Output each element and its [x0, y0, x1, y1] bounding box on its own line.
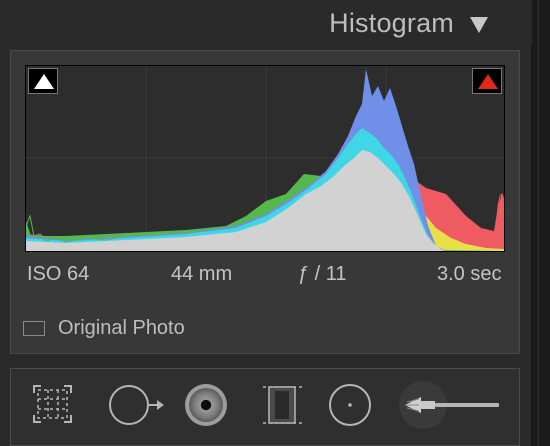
shadow-clipping-triangle-icon	[34, 74, 54, 89]
iso-value: ISO 64	[27, 263, 90, 285]
panel-scroll-edge	[531, 0, 550, 446]
graduated-filter-icon	[263, 386, 303, 424]
adjustment-brush-icon	[399, 381, 499, 429]
aperture-value: ƒ / 11	[298, 263, 347, 285]
red-eye-icon	[185, 384, 227, 426]
panel-title: Histogram	[329, 8, 454, 38]
develop-right-panel: Histogram ISO 64 44 mm ƒ / 11 3.0 sec Or…	[0, 0, 550, 446]
radial-filter-tool-button[interactable]	[321, 369, 387, 445]
adjustment-brush-tool-button[interactable]	[393, 369, 513, 445]
focal-length-value: 44 mm	[171, 263, 233, 285]
crop-icon	[33, 385, 72, 423]
collapse-triangle-icon[interactable]	[468, 14, 490, 36]
highlight-clipping-toggle[interactable]	[472, 68, 502, 94]
crop-tool-button[interactable]	[21, 369, 87, 445]
histogram-panel-header[interactable]: Histogram	[0, 0, 532, 46]
histogram-graph-svg	[26, 66, 504, 251]
radial-filter-icon	[329, 384, 371, 426]
original-photo-checkbox[interactable]	[23, 321, 45, 336]
histogram-graph[interactable]	[25, 65, 505, 252]
shadow-clipping-toggle[interactable]	[28, 68, 58, 94]
spot-removal-tool-button[interactable]	[101, 369, 167, 445]
spot-removal-icon	[109, 385, 164, 425]
shutter-speed-value: 3.0 sec	[437, 263, 502, 285]
tool-strip	[10, 368, 520, 446]
highlight-clipping-triangle-icon	[478, 74, 498, 89]
graduated-filter-tool-button[interactable]	[249, 369, 315, 445]
histogram-panel: ISO 64 44 mm ƒ / 11 3.0 sec Original Pho…	[10, 50, 520, 354]
original-photo-label: Original Photo	[58, 317, 185, 339]
red-eye-tool-button[interactable]	[173, 369, 239, 445]
